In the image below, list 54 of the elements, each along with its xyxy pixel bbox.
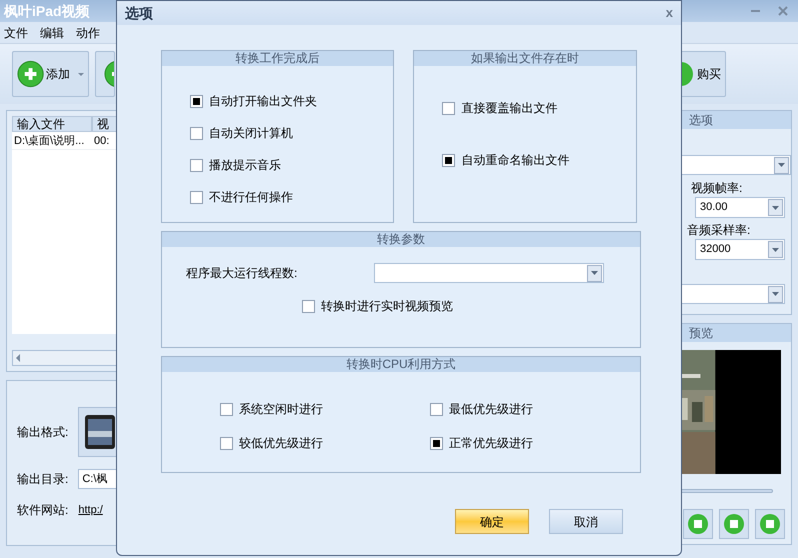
- option-label: 正常优先级进行: [449, 435, 533, 452]
- table-cell-text: 00:: [93, 134, 110, 149]
- checkbox[interactable]: [430, 402, 443, 416]
- frame-rate-label: 视频帧率:: [691, 180, 742, 197]
- checkbox[interactable]: [190, 158, 203, 172]
- column-header[interactable]: 输入文件: [12, 116, 92, 132]
- dir-label: 输出目录:: [17, 471, 68, 488]
- menu-item[interactable]: 文件: [4, 24, 28, 42]
- checkbox[interactable]: [190, 94, 203, 108]
- site-link[interactable]: http:/: [78, 502, 103, 518]
- group-title: 转换时CPU利用方式: [162, 357, 640, 372]
- menu-item[interactable]: 动作: [76, 24, 100, 42]
- tablet-icon: [85, 415, 116, 449]
- sample-rate-dropdown[interactable]: 32000: [695, 239, 785, 260]
- option-label: 播放提示音乐: [209, 157, 281, 174]
- minimize-icon[interactable]: [751, 10, 760, 12]
- option-label: 自动打开输出文件夹: [209, 93, 317, 110]
- close-icon[interactable]: [778, 6, 788, 16]
- group-title: 如果输出文件存在时: [414, 51, 636, 66]
- checkbox[interactable]: [220, 402, 233, 416]
- option-label: 自动重命名输出文件: [461, 152, 570, 169]
- option-label: 直接覆盖输出文件: [461, 100, 558, 117]
- checkbox[interactable]: [442, 102, 456, 114]
- format-label: 输出格式:: [17, 424, 68, 441]
- checkbox[interactable]: [442, 154, 456, 166]
- option-label: 最低优先级进行: [449, 401, 533, 418]
- option-label: 系统空闲时进行: [239, 401, 323, 418]
- plus-icon: [17, 60, 44, 88]
- window-title: 枫叶iPad视频: [4, 2, 90, 20]
- toolbar-button[interactable]: [95, 51, 115, 97]
- cancel-button[interactable]: 取消: [549, 509, 623, 534]
- checkbox[interactable]: [220, 436, 233, 450]
- caret-icon: [78, 72, 84, 76]
- checkbox[interactable]: [302, 300, 315, 312]
- sample-rate-label: 音频采样率:: [687, 222, 750, 239]
- option-label: 较低优先级进行: [239, 435, 323, 452]
- options-title: 选项: [689, 112, 713, 129]
- preview-title: 预览: [689, 325, 713, 342]
- frame-rate-dropdown[interactable]: 30.00: [695, 197, 785, 218]
- group-title: 转换工作完成后: [162, 51, 394, 66]
- group-title: 转换参数: [162, 232, 640, 247]
- ok-button[interactable]: 确定: [455, 509, 529, 534]
- option-label: 转换时进行实时视频预览: [321, 298, 453, 315]
- table-cell-text: D:\桌面\说明...: [13, 134, 86, 149]
- site-label: 软件网站:: [17, 502, 68, 519]
- dialog-title: 选项: [125, 4, 153, 22]
- checkbox[interactable]: [190, 190, 203, 204]
- option-label: 自动关闭计算机: [209, 125, 293, 142]
- menu-item[interactable]: 编辑: [40, 24, 64, 42]
- checkbox[interactable]: [430, 436, 443, 450]
- add-button[interactable]: 添加: [12, 51, 89, 97]
- option-label: 不进行任何操作: [209, 189, 293, 206]
- checkbox[interactable]: [190, 126, 203, 140]
- threads-label: 程序最大运行线程数:: [186, 265, 298, 282]
